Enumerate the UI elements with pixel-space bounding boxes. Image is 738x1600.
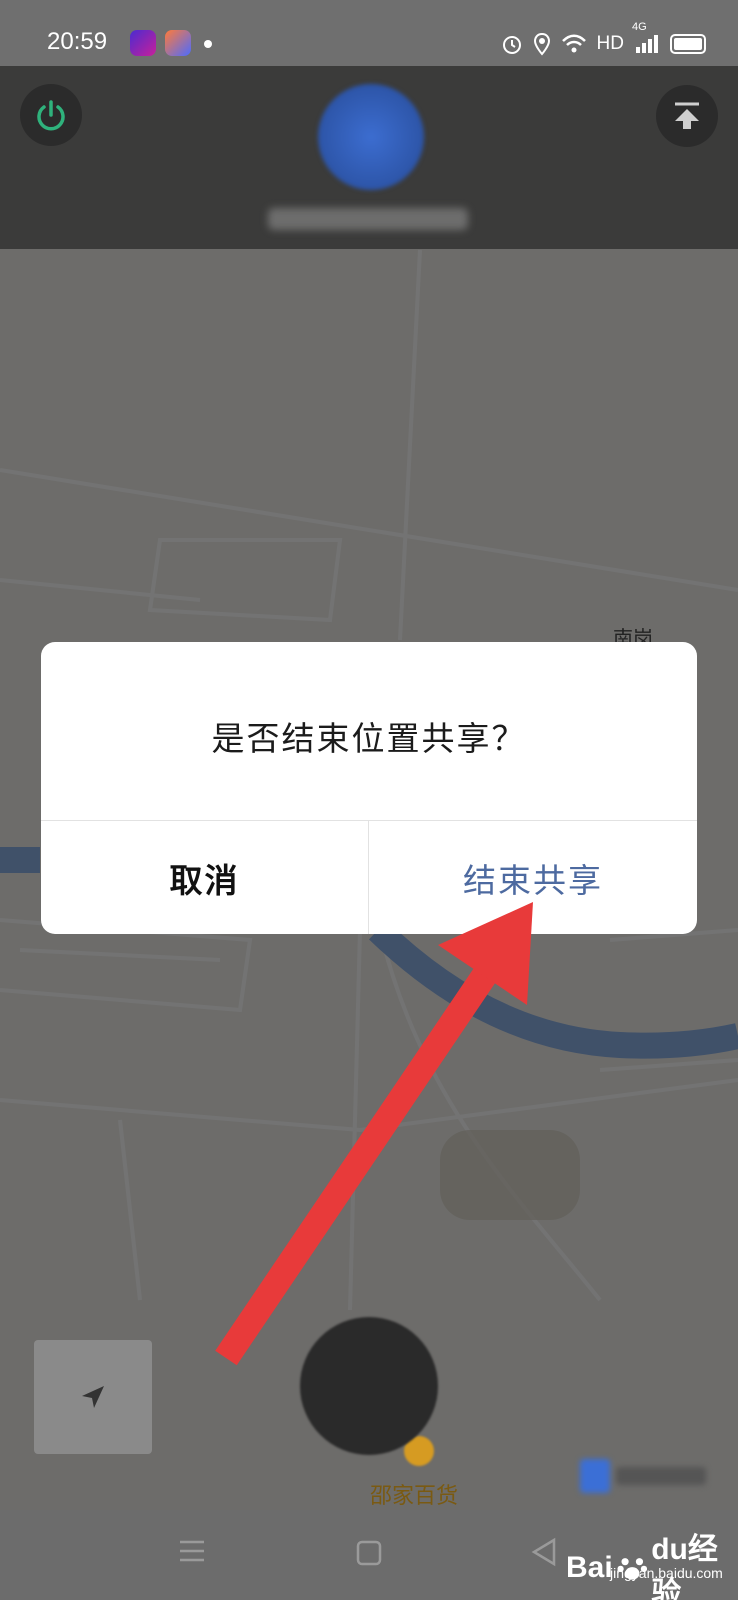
locate-button[interactable] bbox=[34, 1340, 152, 1454]
status-indicators: HD 4G bbox=[501, 21, 706, 58]
watermark-url: jingyan.baidu.com bbox=[610, 1565, 723, 1581]
watermark-brand: Bai bbox=[566, 1551, 613, 1584]
menu-icon[interactable] bbox=[178, 1538, 206, 1569]
power-icon bbox=[37, 100, 65, 131]
end-sharing-dialog: 是否结束位置共享？ 取消 结束共享 bbox=[41, 642, 697, 934]
power-button[interactable] bbox=[20, 84, 82, 146]
map-provider-logo bbox=[580, 1455, 710, 1497]
end-sharing-button[interactable]: 结束共享 bbox=[369, 821, 697, 934]
home-square-icon[interactable] bbox=[356, 1540, 382, 1571]
baidu-watermark: Bai du经验 bbox=[566, 1524, 738, 1600]
avatar[interactable] bbox=[318, 84, 424, 190]
more-notifications-dot bbox=[204, 40, 212, 48]
battery-icon bbox=[670, 34, 706, 54]
blurred-user-name bbox=[268, 208, 468, 230]
dialog-title: 是否结束位置共享？ bbox=[211, 720, 527, 757]
wifi-icon bbox=[561, 34, 587, 54]
status-bar: 20:59 HD 4G bbox=[0, 0, 738, 66]
upload-top-icon bbox=[675, 102, 699, 129]
video-app-icon bbox=[130, 30, 156, 56]
status-time: 20:59 bbox=[47, 28, 108, 55]
network-label: HD bbox=[596, 33, 624, 54]
alarm-icon bbox=[501, 33, 523, 55]
collapse-button[interactable] bbox=[656, 85, 718, 147]
back-triangle-icon[interactable] bbox=[530, 1537, 558, 1572]
screen: 20:59 HD 4G 南岗 邵家百货 是否结束位置共享？ 取消 结束共享 Ba… bbox=[0, 0, 738, 1600]
signal-label: 4G bbox=[632, 21, 647, 33]
center-action-button[interactable] bbox=[300, 1317, 438, 1455]
map-shop-label: 邵家百货 bbox=[370, 1483, 459, 1508]
navigation-arrow-icon bbox=[82, 1386, 104, 1408]
watermark-suffix: du经验 bbox=[651, 1533, 718, 1600]
signal-icon: 4G bbox=[632, 21, 660, 55]
cancel-button[interactable]: 取消 bbox=[41, 821, 368, 934]
notification-app-icon bbox=[165, 30, 191, 56]
location-pin-icon bbox=[533, 32, 551, 56]
